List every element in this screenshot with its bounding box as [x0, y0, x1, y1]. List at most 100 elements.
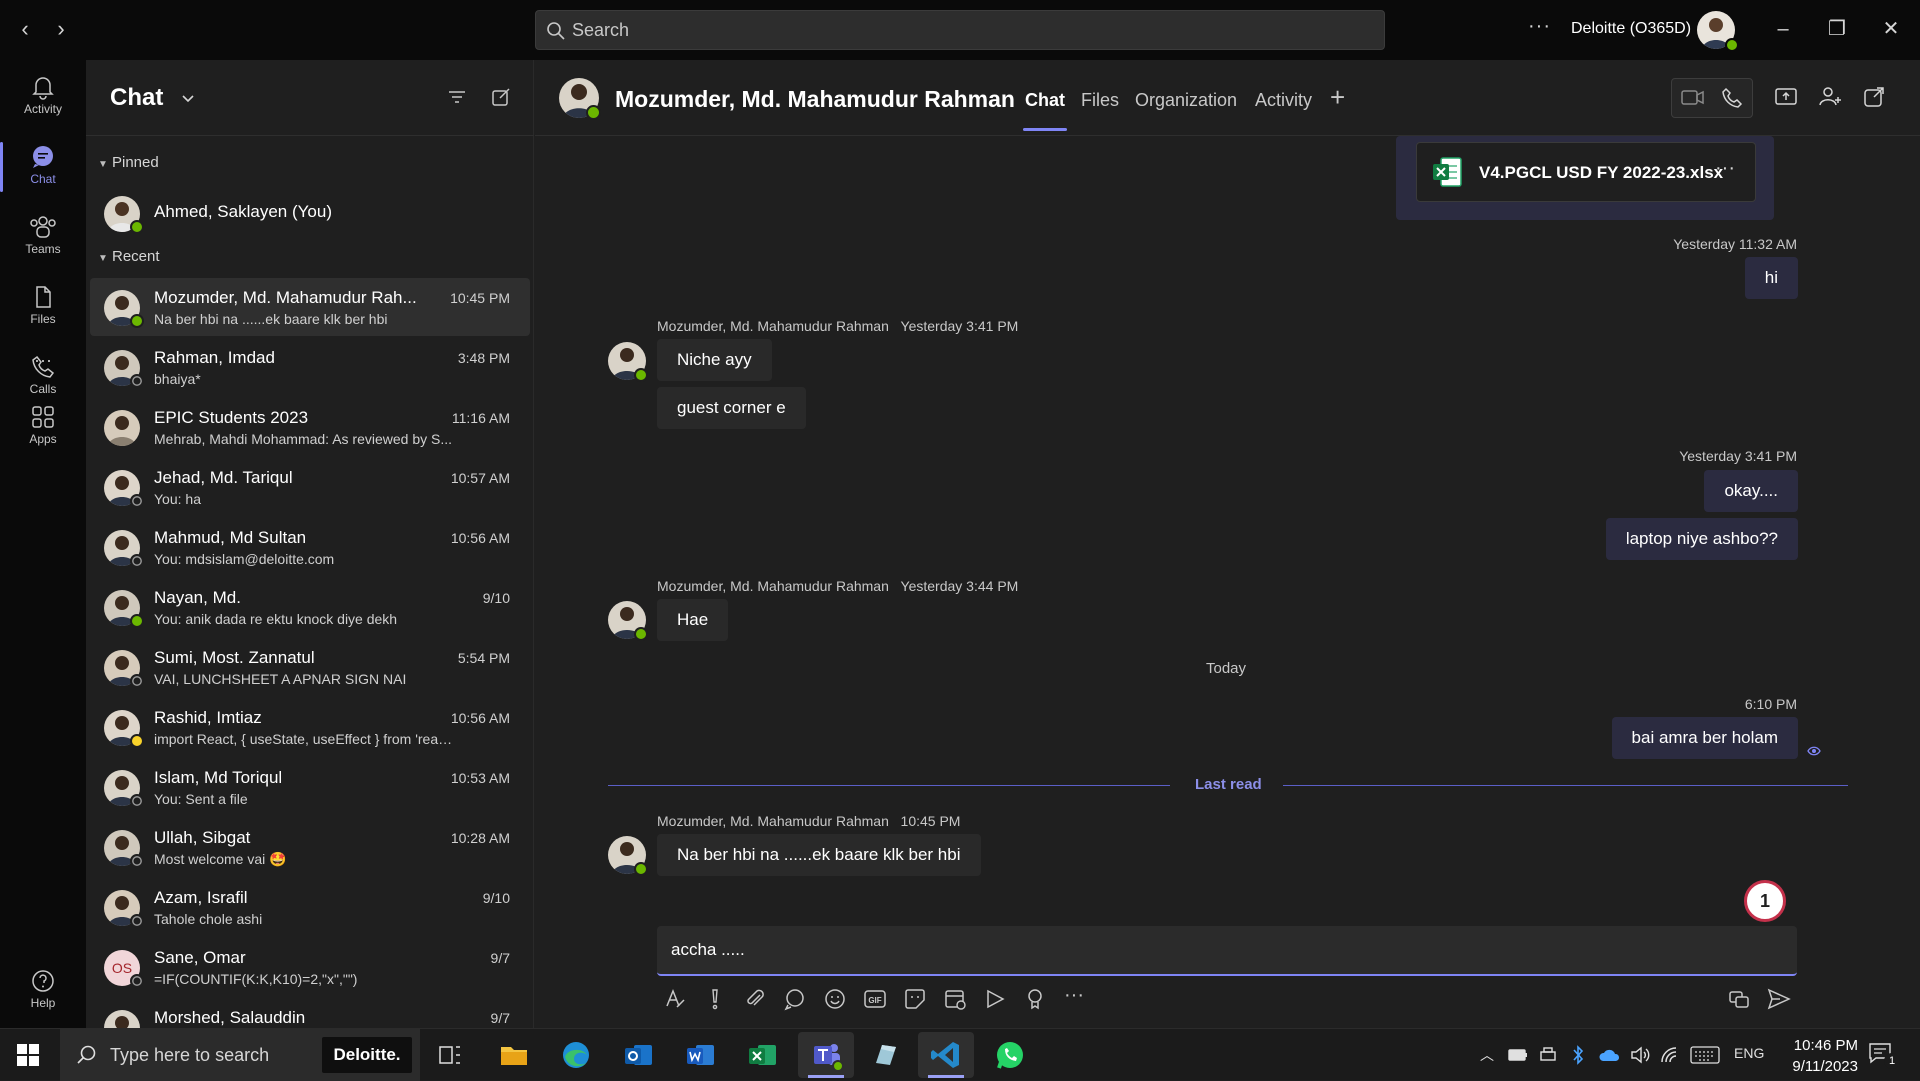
chat-row[interactable]: Mahmud, Md Sultan You: mdsislam@deloitte.…: [90, 518, 530, 576]
share-screen-icon[interactable]: [1773, 84, 1799, 110]
windows-start-icon[interactable]: [16, 1043, 40, 1067]
back-arrow-icon[interactable]: ‹: [10, 14, 40, 44]
chat-row[interactable]: Nayan, Md. You: anik dada re ektu knock d…: [90, 578, 530, 636]
more-apps-button[interactable]: ···: [0, 350, 86, 371]
printer-icon[interactable]: [1538, 1046, 1558, 1064]
sticker-icon[interactable]: [902, 986, 928, 1012]
org-name[interactable]: Deloitte (O365D): [1571, 20, 1691, 38]
settings-more-button[interactable]: ···: [1528, 15, 1551, 38]
loop-icon[interactable]: [782, 986, 808, 1012]
chat-row[interactable]: OS Sane, Omar =IF(COUNTIF(K:K,K10)=2,"x","…: [90, 938, 530, 996]
filter-icon[interactable]: [446, 86, 468, 108]
send-icon[interactable]: [1766, 986, 1792, 1012]
paper-app-icon[interactable]: [866, 1035, 906, 1075]
pop-out-icon[interactable]: [1861, 84, 1887, 110]
received-message[interactable]: Na ber hbi na ......ek baare klk ber hbi: [657, 834, 981, 876]
file-attachment-card[interactable]: V4.PGCL USD FY 2022-23.xlsx ···: [1416, 142, 1756, 202]
chat-row[interactable]: Rahman, Imdad bhaiya* 3:48 PM: [90, 338, 530, 396]
format-icon[interactable]: [662, 986, 688, 1012]
add-tab-button[interactable]: +: [1330, 82, 1345, 113]
global-search-box[interactable]: [535, 10, 1385, 50]
unread-count-badge[interactable]: 1: [1744, 880, 1786, 922]
bluetooth-icon[interactable]: [1570, 1044, 1586, 1066]
pinned-section-header[interactable]: ▼ Pinned: [98, 154, 159, 171]
wifi-icon[interactable]: [1660, 1046, 1682, 1064]
keyboard-icon[interactable]: [1690, 1045, 1720, 1065]
chat-row[interactable]: Islam, Md Toriqul You: Sent a file 10:53 A…: [90, 758, 530, 816]
chat-row[interactable]: Mozumder, Md. Mahamudur Rah... Na ber hbi…: [90, 278, 530, 336]
chat-row-pinned[interactable]: Ahmed, Saklayen (You): [90, 184, 530, 242]
close-icon[interactable]: ✕: [1876, 14, 1906, 44]
taskbar-clock[interactable]: 10:46 PM 9/11/2023: [1768, 1035, 1858, 1077]
received-message[interactable]: Hae: [657, 599, 729, 641]
schedule-meeting-icon[interactable]: [942, 986, 968, 1012]
chat-row[interactable]: Rashid, Imtiaz import React, { useState, …: [90, 698, 530, 756]
rail-teams[interactable]: Teams: [0, 206, 86, 268]
add-people-icon[interactable]: [1817, 84, 1843, 110]
gif-icon[interactable]: GIF: [862, 986, 888, 1012]
important-icon[interactable]: [702, 986, 728, 1012]
sent-message[interactable]: okay....: [1704, 470, 1798, 512]
word-icon[interactable]: [680, 1035, 720, 1075]
notification-center[interactable]: 1: [1868, 1041, 1900, 1069]
chat-row[interactable]: Ullah, Sibgat Most welcome vai 🤩 10:28 AM: [90, 818, 530, 876]
chat-list-title[interactable]: Chat: [110, 84, 163, 112]
excel-icon[interactable]: [742, 1035, 782, 1075]
tray-chevron-icon[interactable]: ︿: [1480, 1045, 1494, 1065]
rail-label: Calls: [29, 382, 57, 396]
caret-down-icon: ▼: [98, 253, 108, 264]
received-message[interactable]: guest corner e: [657, 387, 806, 429]
emoji-icon[interactable]: [822, 986, 848, 1012]
chat-row[interactable]: EPIC Students 2023 Mehrab, Mahdi Mohammad…: [90, 398, 530, 456]
video-call-icon[interactable]: [1672, 79, 1712, 117]
battery-icon[interactable]: [1508, 1046, 1528, 1064]
tab-files[interactable]: Files: [1081, 90, 1119, 111]
sent-message[interactable]: laptop niye ashbo??: [1605, 518, 1798, 560]
restore-icon[interactable]: ❐: [1822, 14, 1852, 44]
message-composer[interactable]: [657, 926, 1797, 976]
more-options-icon[interactable]: ···: [1064, 984, 1084, 1007]
teams-taskbar-button[interactable]: [798, 1032, 854, 1078]
rail-activity[interactable]: Activity: [0, 66, 86, 128]
presence-available-icon: [130, 614, 144, 628]
caret-down-icon: ▼: [98, 159, 108, 170]
tab-chat[interactable]: Chat: [1023, 90, 1067, 131]
language-indicator[interactable]: ENG: [1734, 1045, 1764, 1061]
rail-files[interactable]: Files: [0, 276, 86, 338]
recent-section-header[interactable]: ▼ Recent: [98, 248, 160, 265]
tab-activity[interactable]: Activity: [1255, 90, 1312, 111]
attach-icon[interactable]: [742, 986, 768, 1012]
chat-preview: You: mdsislam@deloitte.com: [154, 551, 335, 567]
chevron-down-icon[interactable]: [178, 88, 198, 108]
search-input[interactable]: [572, 11, 1372, 49]
praise-icon[interactable]: [1022, 986, 1048, 1012]
audio-call-icon[interactable]: [1712, 79, 1752, 117]
outlook-icon[interactable]: [618, 1035, 658, 1075]
chat-preview: You: anik dada re ektu knock diye dekh: [154, 611, 398, 627]
message-input[interactable]: [671, 926, 1781, 974]
sent-message[interactable]: hi: [1744, 257, 1798, 299]
taskbar-search[interactable]: Type here to search Deloitte.: [60, 1029, 420, 1081]
rail-chat[interactable]: Chat: [0, 136, 86, 198]
minimize-icon[interactable]: –: [1768, 14, 1798, 44]
task-view-icon[interactable]: [430, 1035, 470, 1075]
forward-arrow-icon[interactable]: ›: [46, 14, 76, 44]
translate-icon[interactable]: [1726, 986, 1752, 1012]
sent-message[interactable]: bai amra ber holam: [1611, 717, 1798, 759]
chat-row[interactable]: Sumi, Most. Zannatul VAI, LUNCHSHEET A AP…: [90, 638, 530, 696]
stream-icon[interactable]: [982, 986, 1008, 1012]
rail-help[interactable]: Help: [0, 960, 86, 1022]
onedrive-icon[interactable]: [1598, 1046, 1622, 1064]
whatsapp-icon[interactable]: [990, 1035, 1030, 1075]
file-more-button[interactable]: ···: [1715, 157, 1735, 180]
vscode-taskbar-button[interactable]: [918, 1032, 974, 1078]
volume-icon[interactable]: [1630, 1046, 1652, 1064]
chat-row[interactable]: Jehad, Md. Tariqul You: ha 10:57 AM: [90, 458, 530, 516]
edge-browser-icon[interactable]: [556, 1035, 596, 1075]
new-chat-icon[interactable]: [490, 86, 512, 108]
chat-row[interactable]: Azam, Israfil Tahole chole ashi 9/10: [90, 878, 530, 936]
rail-apps[interactable]: Apps: [0, 396, 86, 458]
file-explorer-icon[interactable]: [494, 1035, 534, 1075]
received-message[interactable]: Niche ayy: [657, 339, 772, 381]
tab-organization[interactable]: Organization: [1135, 90, 1237, 111]
